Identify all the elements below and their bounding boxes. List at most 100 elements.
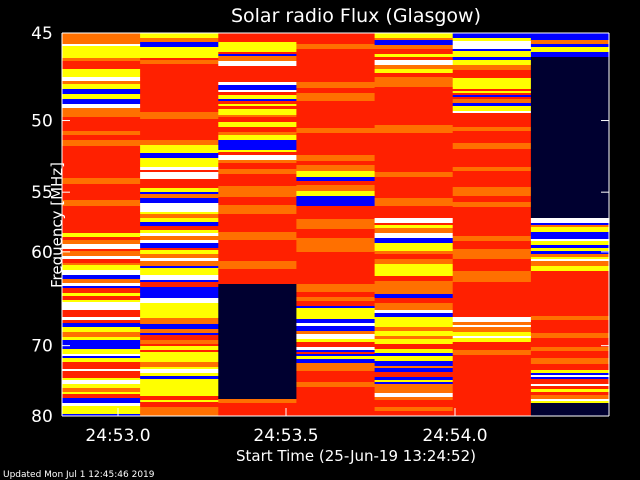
heatmap-cell — [140, 33, 219, 38]
heatmap-cell — [452, 207, 532, 212]
heatmap-cell — [140, 291, 219, 296]
heatmap-cell — [140, 312, 219, 314]
heatmap-cell — [530, 36, 610, 40]
heatmap-cell — [452, 127, 532, 131]
heatmap-cell — [62, 265, 141, 270]
heatmap-cell — [62, 366, 141, 369]
heatmap-cell — [452, 196, 532, 202]
heatmap-cell — [218, 90, 297, 92]
heatmap-cell — [296, 214, 376, 219]
heatmap-cell — [62, 279, 141, 283]
heatmap-cell — [218, 140, 297, 145]
heatmap-cell — [62, 263, 141, 265]
heatmap-cell — [296, 60, 376, 68]
heatmap-cell — [296, 342, 376, 347]
heatmap-cell — [530, 384, 610, 386]
heatmap-cell — [374, 54, 454, 57]
heatmap-cell — [140, 352, 219, 355]
heatmap-cell — [140, 335, 219, 340]
heatmap-cell — [530, 158, 610, 162]
heatmap-cell — [530, 351, 610, 358]
heatmap-cell — [296, 252, 376, 257]
heatmap-cell — [374, 388, 454, 393]
heatmap-cell — [452, 143, 532, 149]
heatmap-cell — [296, 402, 376, 409]
heatmap-cell — [374, 95, 454, 99]
heatmap-cell — [140, 136, 219, 140]
heatmap-cell — [296, 371, 376, 375]
heatmap-cell — [374, 322, 454, 327]
heatmap-cell — [62, 117, 141, 125]
heatmap-cell — [140, 153, 219, 158]
heatmap-cell — [452, 49, 532, 51]
heatmap-cell — [452, 408, 532, 415]
heatmap-cell — [530, 212, 610, 218]
heatmap-cell — [140, 172, 219, 177]
heatmap-cell — [374, 57, 454, 60]
heatmap-cell — [452, 212, 532, 220]
heatmap-cell — [296, 356, 376, 359]
heatmap-cell — [374, 140, 454, 144]
heatmap-cell — [452, 241, 532, 249]
heatmap-cell — [62, 323, 141, 327]
heatmap-cell — [296, 177, 376, 181]
heatmap-cell — [140, 77, 219, 82]
heatmap-cell — [296, 387, 376, 394]
heatmap-cell — [374, 87, 454, 91]
heatmap-cell — [140, 340, 219, 344]
heatmap-cell — [296, 382, 376, 387]
heatmap-cell — [374, 38, 454, 40]
heatmap-cell — [140, 167, 219, 170]
heatmap-cell — [218, 160, 297, 163]
heatmap-cell — [452, 397, 532, 402]
heatmap-cell — [374, 366, 454, 368]
heatmap-cell — [374, 105, 454, 112]
heatmap-cell — [218, 104, 297, 106]
heatmap-cell — [452, 99, 532, 103]
heatmap-cell — [452, 202, 532, 207]
heatmap-cell — [296, 224, 376, 229]
heatmap-cell — [140, 87, 219, 91]
heatmap-cell — [530, 280, 610, 286]
heatmap-cell — [140, 329, 219, 333]
heatmap-cell — [218, 174, 297, 178]
heatmap-cell — [218, 371, 297, 375]
heatmap-cell — [140, 140, 219, 145]
heatmap-cell — [452, 149, 532, 153]
heatmap-cell — [530, 61, 610, 65]
heatmap-cell — [218, 169, 297, 174]
heatmap-cell — [62, 113, 141, 117]
heatmap-cell — [530, 338, 610, 343]
x-tick-label: 24:54.0 — [422, 426, 487, 446]
heatmap-cell — [530, 145, 610, 153]
heatmap-cell — [62, 162, 141, 166]
heatmap-cell — [218, 77, 297, 82]
heatmap-cell — [140, 184, 219, 188]
heatmap-cell — [62, 380, 141, 384]
heatmap-cell — [140, 233, 219, 236]
heatmap-cell — [530, 286, 610, 293]
heatmap-cell — [374, 313, 454, 317]
heatmap-cell — [296, 151, 376, 155]
heatmap-cell — [296, 366, 376, 371]
heatmap-cell — [218, 334, 297, 340]
heatmap-cell — [296, 238, 376, 246]
heatmap-cell — [62, 320, 141, 323]
heatmap-cell — [62, 356, 141, 358]
heatmap-cell — [530, 208, 610, 212]
heatmap-cell — [452, 230, 532, 236]
heatmap-cell — [530, 120, 610, 124]
heatmap-cell — [530, 239, 610, 241]
heatmap-cell — [452, 95, 532, 97]
heatmap-cell — [530, 251, 610, 254]
heatmap-cell — [452, 60, 532, 65]
heatmap-cell — [218, 284, 297, 289]
heatmap-cell — [62, 411, 141, 414]
heatmap-cell — [374, 327, 454, 331]
heatmap-cell — [62, 146, 141, 151]
heatmap-cell — [374, 45, 454, 49]
heatmap-cell — [296, 201, 376, 206]
heatmap-cell — [140, 222, 219, 226]
heatmap-cell — [452, 131, 532, 139]
heatmap-cell — [374, 339, 454, 344]
